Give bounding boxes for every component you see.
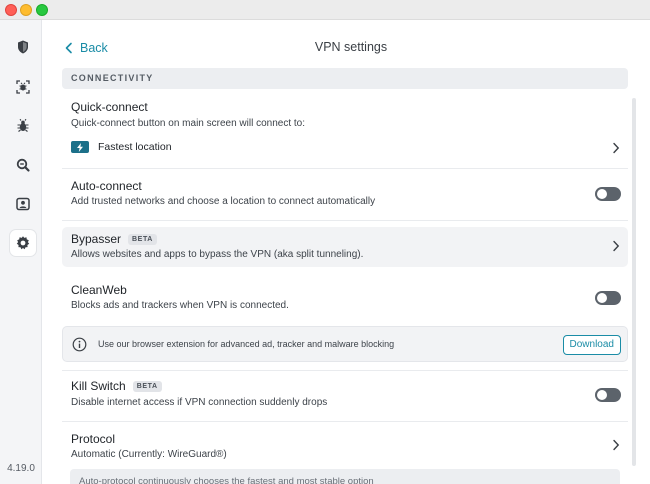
kill-switch-title: Kill Switch BETA — [71, 379, 162, 393]
section-header-connectivity: CONNECTIVITY — [62, 68, 628, 89]
protocol-title: Protocol — [71, 432, 116, 446]
protocol-note: Auto-protocol continuously chooses the f… — [79, 476, 374, 484]
kill-switch-toggle[interactable] — [595, 388, 621, 402]
browser-extension-text: Use our browser extension for advanced a… — [98, 339, 395, 349]
shield-icon — [18, 40, 28, 54]
cleanweb-toggle[interactable] — [595, 291, 621, 305]
cleanweb-desc: Blocks ads and trackers when VPN is conn… — [71, 300, 289, 311]
cleanweb-row[interactable]: CleanWeb Blocks ads and trackers when VP… — [62, 273, 628, 323]
sidebar-item-identity[interactable] — [10, 191, 36, 217]
bypasser-row[interactable]: Bypasser BETA Allows websites and apps t… — [62, 227, 628, 267]
close-window-button[interactable] — [5, 4, 17, 16]
kill-switch-row[interactable]: Kill Switch BETA Disable internet access… — [62, 370, 628, 422]
sidebar-item-search[interactable] — [10, 152, 36, 178]
window-titlebar — [0, 0, 650, 20]
chevron-left-icon — [65, 42, 72, 54]
sidebar-item-vpn[interactable] — [10, 34, 36, 60]
minimize-window-button[interactable] — [20, 4, 32, 16]
lightning-bolt-icon — [71, 141, 89, 153]
bypasser-title: Bypasser BETA — [71, 232, 157, 246]
auto-connect-title: Auto-connect — [71, 179, 142, 193]
sidebar-item-antivirus[interactable] — [10, 74, 36, 100]
virus-scan-icon — [16, 80, 30, 94]
protocol-desc: Automatic (Currently: WireGuard®) — [71, 449, 227, 460]
back-button[interactable]: Back — [64, 40, 108, 56]
scrollbar[interactable] — [632, 98, 636, 466]
search-icon — [16, 158, 30, 172]
auto-connect-toggle[interactable] — [595, 187, 621, 201]
gear-icon — [16, 236, 30, 250]
zoom-window-button[interactable] — [36, 4, 48, 16]
auto-connect-desc: Add trusted networks and choose a locati… — [71, 196, 376, 207]
chevron-right-icon[interactable] — [612, 240, 620, 252]
protocol-note-panel: Auto-protocol continuously chooses the f… — [70, 469, 620, 484]
chevron-right-icon[interactable] — [612, 142, 620, 154]
kill-switch-desc: Disable internet access if VPN connectio… — [71, 397, 328, 408]
bug-icon — [17, 118, 29, 132]
app-version: 4.19.0 — [7, 463, 35, 474]
download-button[interactable]: Download — [562, 335, 621, 355]
chevron-right-icon[interactable] — [612, 439, 620, 451]
quick-connect-desc: Quick-connect button on main screen will… — [71, 118, 306, 129]
auto-connect-row[interactable]: Auto-connect Add trusted networks and ch… — [62, 169, 628, 221]
beta-badge: BETA — [132, 380, 162, 392]
back-label: Back — [80, 41, 108, 55]
beta-badge: BETA — [128, 233, 157, 245]
cleanweb-title: CleanWeb — [71, 283, 127, 297]
info-icon — [72, 337, 87, 352]
settings-list: CONNECTIVITY Quick-connect Quick-connect… — [62, 68, 628, 484]
quick-connect-row[interactable]: Quick-connect Quick-connect button on ma… — [62, 89, 628, 169]
sidebar-item-bug[interactable] — [10, 113, 36, 139]
page-title: VPN settings — [314, 40, 388, 54]
bypasser-desc: Allows websites and apps to bypass the V… — [71, 249, 364, 260]
browser-extension-banner: Use our browser extension for advanced a… — [62, 326, 628, 362]
contact-icon — [16, 197, 30, 211]
quick-connect-selection[interactable]: Fastest location — [71, 141, 172, 153]
sidebar: 4.19.0 — [0, 20, 42, 484]
quick-connect-title: Quick-connect — [71, 100, 148, 114]
quick-connect-value: Fastest location — [98, 141, 172, 153]
sidebar-item-settings[interactable] — [10, 230, 36, 256]
